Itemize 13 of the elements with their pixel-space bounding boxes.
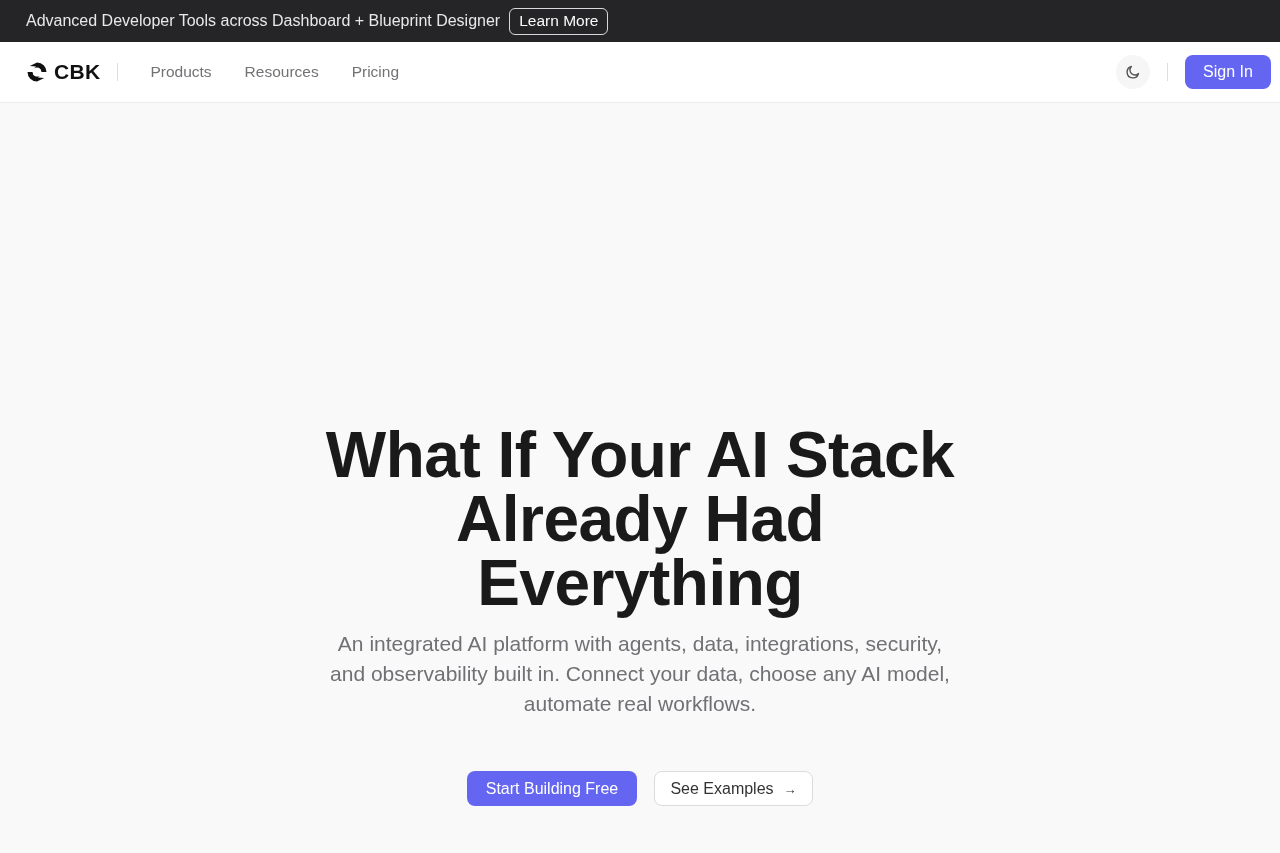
start-building-button[interactable]: Start Building Free (467, 771, 637, 806)
learn-more-button[interactable]: Learn More (509, 7, 609, 35)
nav-link[interactable]: Resources (244, 63, 319, 81)
nav-link[interactable]: Pricing (351, 63, 400, 81)
nav-link[interactable]: Products (150, 63, 212, 81)
hero-subtitle: An integrated AI platform with agents, data, integrations, security, and observability built in. Connect your data, choose any AI model, automate real workflows. (330, 631, 950, 717)
announcement-text: Advanced Developer Tools across Dashboard + Blueprint Designer (26, 12, 501, 30)
sign-in-button[interactable]: Sign In (1185, 55, 1271, 89)
brand-name[interactable]: CBK (54, 60, 101, 84)
see-examples-button[interactable]: See Examples → (654, 771, 813, 806)
theme-toggle-button[interactable] (1116, 55, 1150, 89)
logo-icon[interactable] (25, 60, 49, 84)
moon-icon (1125, 64, 1141, 80)
